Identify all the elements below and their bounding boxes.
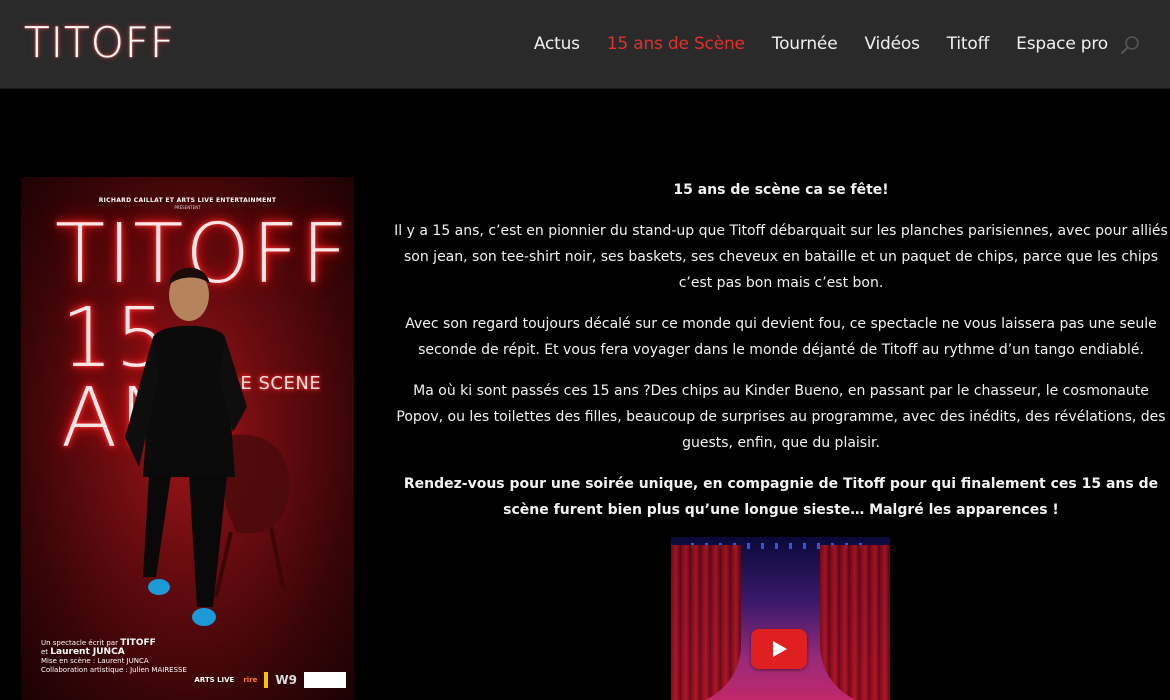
article-heading: 15 ans de scène ca se fête! [673, 182, 889, 198]
sponsor-logo-yellow [264, 672, 269, 688]
article-paragraph-2: Avec son regard toujours décalé sur ce m… [405, 316, 1157, 358]
poster-credits-line3: Mise en scène : Laurent JUNCA [41, 657, 149, 665]
poster-credits-line4: Collaboration artistique : Julien MAIRES… [41, 666, 187, 674]
search-icon[interactable] [1120, 34, 1142, 56]
poster-credits-line1: Un spectacle écrit par [41, 639, 118, 647]
nav-item-espace-pro[interactable]: Espace pro [1016, 34, 1108, 54]
nav-item-titoff[interactable]: Titoff [947, 34, 990, 54]
sponsor-logo-white [304, 672, 346, 688]
show-poster-image: RICHARD CAILLAT ET ARTS LIVE ENTERTAINME… [21, 177, 354, 700]
nav-item-videos[interactable]: Vidéos [864, 34, 919, 54]
site-logo[interactable]: TITOFF [24, 18, 175, 67]
sponsor-logo-arts-live: ARTS LIVE [194, 676, 235, 684]
poster-credits: Un spectacle écrit par TITOFF et Laurent… [41, 639, 187, 675]
curtain-right [820, 545, 890, 700]
poster-credits-name2: Laurent JUNCA [50, 647, 125, 657]
curtain-left [671, 545, 741, 700]
article-paragraph-4: Rendez-vous pour une soirée unique, en c… [403, 476, 1159, 518]
play-icon[interactable] [751, 629, 807, 669]
sponsor-logo-rire: rire [243, 676, 258, 684]
poster-sponsor-logos: ARTS LIVE rire W9 [192, 672, 346, 688]
poster-credits-line2: et [41, 648, 49, 656]
site-header: TITOFF Actus 15 ans de Scène Tournée Vid… [0, 0, 1170, 89]
main-nav: Actus 15 ans de Scène Tournée Vidéos Tit… [507, 30, 1108, 58]
article-paragraph-3: Ma où ki sont passés ces 15 ans ?Des chi… [396, 383, 1166, 451]
article-content: 15 ans de scène ca se fête! Il y a 15 an… [394, 177, 1168, 538]
poster-credits-name1: TITOFF [120, 638, 156, 648]
nav-item-15-ans-de-scene[interactable]: 15 ans de Scène [607, 34, 745, 54]
article-paragraph-1: Il y a 15 ans, c’est en pionnier du stan… [394, 223, 1168, 291]
performer-figure [125, 267, 290, 626]
video-embed[interactable] [671, 537, 890, 700]
sponsor-logo-w9: W9 [275, 673, 297, 687]
nav-item-tournee[interactable]: Tournée [772, 34, 838, 54]
nav-item-actus[interactable]: Actus [534, 34, 580, 54]
